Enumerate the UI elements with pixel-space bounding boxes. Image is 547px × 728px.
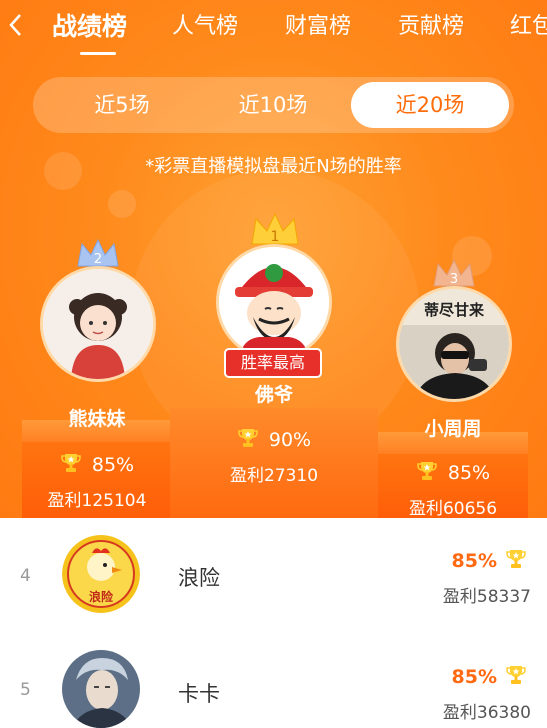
name-third[interactable]: 小周周: [378, 414, 528, 441]
segment-last-20[interactable]: 近20场: [351, 82, 509, 128]
subtitle: *彩票直播模拟盘最近N场的胜率: [145, 156, 402, 177]
tab-redpacket[interactable]: 红包: [510, 10, 547, 44]
list-name: 卡卡: [178, 682, 220, 706]
hero-background: 战绩榜 人气榜 财富榜 贡献榜 红包 近5场 近10场 近20场 *彩票直播模拟…: [0, 0, 547, 518]
list-rank: 4: [20, 566, 31, 586]
trophy-icon: [238, 429, 258, 447]
list-rate-value: 85%: [451, 666, 497, 688]
name-first[interactable]: 佛爷: [170, 380, 378, 407]
rate-first-value: 90%: [268, 429, 312, 451]
avatar-third[interactable]: 蒂尽甘来: [396, 286, 512, 402]
profit-third: 盈利60656: [408, 499, 498, 518]
trophy-icon: [506, 666, 526, 684]
trophy-icon: [506, 550, 526, 568]
segment-last-5[interactable]: 近5场: [47, 82, 197, 128]
profit-second: 盈利125104: [47, 491, 147, 511]
highest-rate-badge: 胜率最高: [224, 348, 322, 378]
list-rate-value: 85%: [451, 550, 497, 572]
tab-wealth[interactable]: 财富榜: [285, 10, 351, 44]
list-avatar[interactable]: 浪险: [62, 535, 140, 613]
segment-last-10[interactable]: 近10场: [198, 82, 348, 128]
list-item[interactable]: 4 浪险 浪险 85% 盈利58337: [0, 518, 547, 628]
rate-third: 85%: [378, 460, 528, 484]
list-profit: 盈利36380: [442, 703, 531, 723]
rate-second-value: 85%: [91, 454, 135, 476]
tab-performance[interactable]: 战绩榜: [52, 10, 127, 44]
trophy-icon: [61, 454, 81, 472]
list-rank: 5: [20, 680, 31, 700]
name-second[interactable]: 熊妹妹: [22, 404, 172, 431]
rate-third-value: 85%: [447, 462, 491, 484]
svg-text:蒂尽甘来: 蒂尽甘来: [424, 301, 485, 319]
avatar-second[interactable]: [40, 266, 156, 382]
tab-indicator: [80, 52, 116, 55]
svg-text:3: 3: [450, 272, 458, 287]
ranking-list: 4 浪险 浪险 85% 盈利58337 5 卡卡 85% 盈利36380: [0, 518, 547, 728]
tab-contribution[interactable]: 贡献榜: [398, 10, 464, 44]
period-selector: 近5场 近10场 近20场: [33, 77, 514, 133]
list-profit: 盈利58337: [442, 587, 531, 607]
list-rate: 85%: [452, 664, 527, 688]
rate-first: 90%: [170, 427, 378, 451]
trophy-icon: [417, 462, 437, 480]
profit-first: 盈利27310: [229, 466, 319, 486]
chevron-left-icon[interactable]: [8, 12, 24, 43]
svg-text:1: 1: [271, 229, 280, 245]
svg-text:2: 2: [94, 252, 102, 267]
list-name: 浪险: [178, 566, 220, 590]
list-avatar[interactable]: [62, 650, 140, 728]
svg-text:浪险: 浪险: [89, 589, 114, 604]
list-item[interactable]: 5 卡卡 85% 盈利36380: [0, 636, 547, 728]
list-rate: 85%: [452, 548, 527, 572]
top-bar: 战绩榜 人气榜 财富榜 贡献榜 红包: [0, 0, 547, 56]
rate-second: 85%: [22, 452, 172, 476]
avatar-first[interactable]: [216, 244, 332, 360]
tab-popularity[interactable]: 人气榜: [172, 10, 238, 44]
